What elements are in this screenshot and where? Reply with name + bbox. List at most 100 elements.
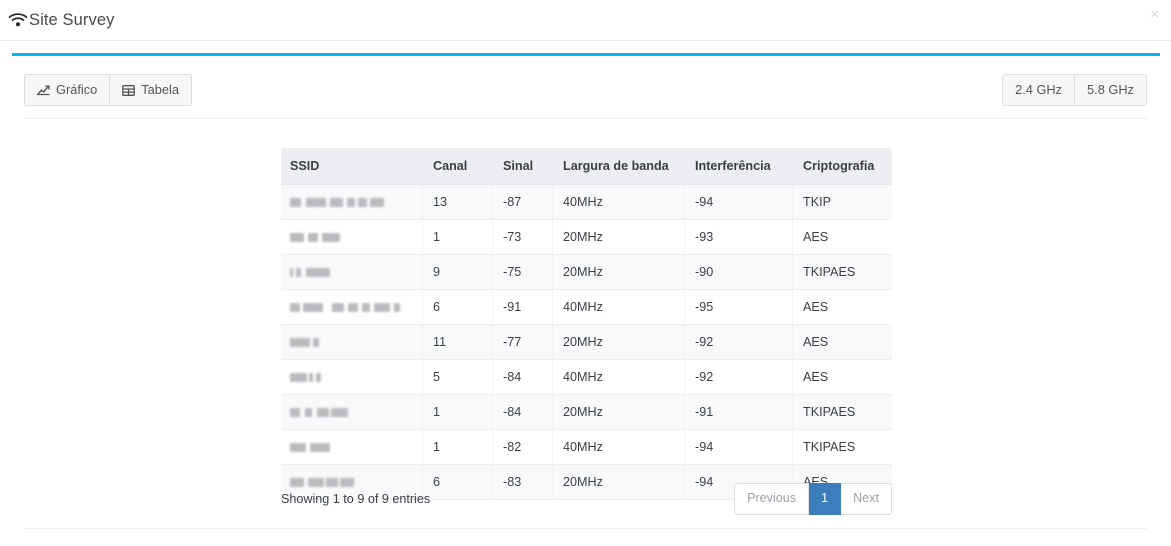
cell-ssid [281,360,423,395]
line-chart-icon [37,84,50,97]
close-icon[interactable]: × [1146,5,1163,24]
site-survey-modal: Site Survey × Gráfico Tabela 2.4 GHz 5.8… [0,0,1171,546]
column-header-largura[interactable]: Largura de banda [553,148,685,185]
cell-largura: 20MHz [553,395,685,430]
cell-ssid [281,325,423,360]
cell-largura: 40MHz [553,360,685,395]
cell-canal: 9 [423,255,493,290]
cell-canal: 11 [423,325,493,360]
table-footer: Showing 1 to 9 of 9 entries Previous 1 N… [281,483,892,515]
cell-ssid [281,220,423,255]
cell-largura: 40MHz [553,185,685,220]
column-header-interferencia[interactable]: Interferência [685,148,793,185]
toolbar: Gráfico Tabela 2.4 GHz 5.8 GHz [0,62,1171,118]
tab-tabela[interactable]: Tabela [109,73,192,107]
cell-canal: 1 [423,430,493,465]
cell-largura: 20MHz [553,255,685,290]
cell-interferencia: -90 [685,255,793,290]
pagination-previous[interactable]: Previous [734,483,810,515]
cell-criptografia: AES [793,220,892,255]
cell-criptografia: TKIPAES [793,395,892,430]
table-row[interactable]: 11 -77 20MHz -92 AES [281,325,892,360]
table-grid-icon [122,84,136,97]
table-row[interactable]: 1 -84 20MHz -91 TKIPAES [281,395,892,430]
column-header-canal[interactable]: Canal [423,148,493,185]
cell-canal: 6 [423,290,493,325]
column-header-criptografia[interactable]: Criptografia [793,148,892,185]
cell-ssid [281,185,423,220]
cell-interferencia: -94 [685,185,793,220]
redacted-ssid [290,408,348,418]
cell-sinal: -75 [493,255,553,290]
pagination: Previous 1 Next [734,483,892,515]
cell-sinal: -73 [493,220,553,255]
table-row[interactable]: 6 -91 40MHz -95 AES [281,290,892,325]
toolbar-divider [24,118,1147,119]
view-toggle-group: Gráfico Tabela [24,73,192,107]
table-row[interactable]: 1 -82 40MHz -94 TKIPAES [281,430,892,465]
cell-interferencia: -92 [685,325,793,360]
accent-bar [12,53,1160,56]
redacted-ssid [290,373,321,383]
cell-interferencia: -95 [685,290,793,325]
column-header-ssid[interactable]: SSID [281,148,423,185]
redacted-ssid [290,338,319,348]
cell-sinal: -82 [493,430,553,465]
tab-grafico-label: Gráfico [56,81,98,97]
column-header-sinal[interactable]: Sinal [493,148,553,185]
table-row[interactable]: 5 -84 40MHz -92 AES [281,360,892,395]
table-row[interactable]: 1 -73 20MHz -93 AES [281,220,892,255]
cell-largura: 20MHz [553,220,685,255]
cell-criptografia: TKIPAES [793,255,892,290]
entries-info: Showing 1 to 9 of 9 entries [281,492,431,506]
redacted-ssid [290,198,384,208]
redacted-ssid [290,303,400,313]
survey-table: SSID Canal Sinal Largura de banda Interf… [281,148,892,500]
cell-canal: 1 [423,220,493,255]
cell-sinal: -87 [493,185,553,220]
cell-criptografia: TKIP [793,185,892,220]
cell-sinal: -77 [493,325,553,360]
cell-ssid [281,430,423,465]
cell-interferencia: -92 [685,360,793,395]
redacted-ssid [290,268,330,278]
modal-header: Site Survey × [0,0,1171,41]
table-body: 13 -87 40MHz -94 TKIP 1 -73 20MHz -93 AES 9 -75 20MH… [281,185,892,500]
cell-ssid [281,395,423,430]
band-button-58ghz[interactable]: 5.8 GHz [1074,73,1147,107]
pagination-page-1[interactable]: 1 [809,483,842,515]
title-wrap: Site Survey [8,11,114,29]
tab-grafico[interactable]: Gráfico [24,73,111,107]
cell-largura: 20MHz [553,325,685,360]
table-row[interactable]: 9 -75 20MHz -90 TKIPAES [281,255,892,290]
table-row[interactable]: 13 -87 40MHz -94 TKIP [281,185,892,220]
cell-sinal: -91 [493,290,553,325]
cell-largura: 40MHz [553,430,685,465]
cell-criptografia: AES [793,325,892,360]
tab-tabela-label: Tabela [141,81,179,97]
redacted-ssid [290,233,340,243]
survey-table-wrap: SSID Canal Sinal Largura de banda Interf… [281,148,892,500]
cell-canal: 5 [423,360,493,395]
cell-criptografia: TKIPAES [793,430,892,465]
cell-interferencia: -91 [685,395,793,430]
cell-criptografia: AES [793,290,892,325]
cell-criptografia: AES [793,360,892,395]
cell-canal: 13 [423,185,493,220]
bottom-divider [24,528,1147,529]
cell-interferencia: -94 [685,430,793,465]
cell-canal: 1 [423,395,493,430]
cell-ssid [281,255,423,290]
cell-ssid [281,290,423,325]
pagination-next[interactable]: Next [841,483,892,515]
band-toggle-group: 2.4 GHz 5.8 GHz [1002,73,1147,107]
wifi-icon [8,11,28,29]
table-header-row: SSID Canal Sinal Largura de banda Interf… [281,148,892,185]
cell-interferencia: -93 [685,220,793,255]
redacted-ssid [290,443,330,453]
cell-sinal: -84 [493,360,553,395]
cell-largura: 40MHz [553,290,685,325]
band-button-24ghz[interactable]: 2.4 GHz [1002,73,1076,107]
page-title: Site Survey [29,10,115,29]
table-head: SSID Canal Sinal Largura de banda Interf… [281,148,892,185]
